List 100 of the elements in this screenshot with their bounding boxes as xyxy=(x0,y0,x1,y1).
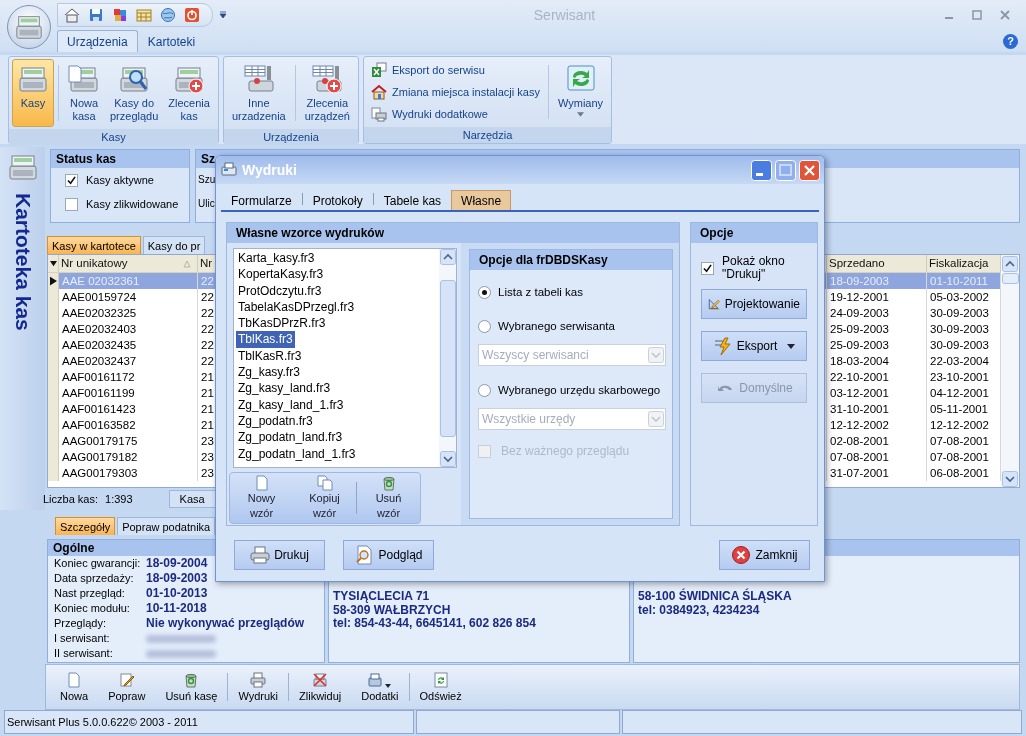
toolbar-button[interactable]: Usuń kasę xyxy=(155,672,228,702)
customize-caret-icon[interactable] xyxy=(219,11,227,19)
table-cell[interactable]: AAG00179182 xyxy=(59,449,198,465)
table-cell[interactable]: 24-09-2003 xyxy=(827,305,927,321)
dialog-button[interactable]: Drukuj xyxy=(234,540,325,570)
list-item[interactable]: TabelaKasDPrzegl.fr3 xyxy=(236,298,357,316)
toolbar-button[interactable]: Zlikwiduj xyxy=(289,672,352,702)
dialog-tab[interactable]: Własne xyxy=(451,190,512,210)
table-cell[interactable]: 03-12-2001 xyxy=(827,385,927,401)
close-icon[interactable] xyxy=(799,159,820,181)
list-item[interactable]: Zg_kasy.fr3 xyxy=(236,364,302,381)
calendar-icon[interactable] xyxy=(136,7,152,23)
toolbar-button[interactable]: Kopiuj wzór xyxy=(293,475,356,521)
close-icon[interactable] xyxy=(998,8,1012,22)
column-header[interactable]: Sprzedano xyxy=(827,255,927,272)
details-tab[interactable]: Szczegóły xyxy=(55,517,116,535)
ribbon-button[interactable]: Zlecenia kas xyxy=(163,59,215,127)
app-menu-button[interactable] xyxy=(7,5,51,49)
dialog-button[interactable]: Podgląd xyxy=(343,540,434,570)
table-cell[interactable]: 25-09-2003 xyxy=(827,321,927,337)
dialog-tab[interactable]: Tabele kas xyxy=(373,190,452,210)
ribbon-small-button[interactable]: Eksport do serwisu xyxy=(371,60,540,80)
scroll-down-icon[interactable] xyxy=(439,451,456,467)
toolbar-button[interactable]: Odśwież xyxy=(409,672,472,702)
table-cell[interactable]: AAF00161172 xyxy=(59,369,198,385)
list-item[interactable]: KopertaKasy.fr3 xyxy=(236,266,326,283)
radio-option[interactable]: Lista z tabeli kas xyxy=(478,282,666,302)
filter-caret-icon[interactable] xyxy=(49,260,57,267)
ribbon-tab[interactable]: Kartoteki xyxy=(137,30,206,52)
checkbox[interactable] xyxy=(65,197,78,211)
toolbar-button[interactable]: Nowy wzór xyxy=(230,475,293,521)
table-cell[interactable]: AAE00159724 xyxy=(59,289,198,305)
option-button[interactable]: Eksport xyxy=(701,331,807,361)
checkbox[interactable] xyxy=(701,261,714,275)
scrollbar[interactable] xyxy=(1001,255,1019,487)
table-cell[interactable]: 31-07-2001 xyxy=(827,465,927,481)
list-item[interactable]: Zg_podatn_land_1.fr3 xyxy=(236,445,358,462)
table-cell[interactable]: AAF00163582 xyxy=(59,417,198,433)
checkbox-option[interactable]: Kasy zlikwidowane xyxy=(51,192,189,216)
ribbon-button[interactable]: Zlecenia urządzeń xyxy=(299,59,355,127)
list-item[interactable]: ProtOdczytu.fr3 xyxy=(236,282,324,299)
minimize-icon[interactable] xyxy=(751,159,772,181)
ribbon-button[interactable]: Wymiany xyxy=(552,59,609,125)
scroll-up-icon[interactable] xyxy=(1002,256,1018,272)
list-item[interactable]: Zg_podatn.fr3 xyxy=(236,412,315,430)
table-cell[interactable]: 31-10-2001 xyxy=(827,401,927,417)
details-tab[interactable]: Popraw podatnika xyxy=(117,517,216,535)
list-item[interactable]: TblKas.fr3 xyxy=(236,331,295,348)
table-cell[interactable]: 02-08-2001 xyxy=(827,433,927,449)
toolbar-button[interactable]: Popraw xyxy=(98,672,156,702)
ribbon-button[interactable]: Kasy do przeglądu xyxy=(105,59,164,127)
floppy-icon[interactable] xyxy=(88,7,104,23)
list-tab[interactable]: Kasy do pr xyxy=(142,236,206,254)
checkbox[interactable] xyxy=(65,173,78,187)
ribbon-tab[interactable]: Urządzenia xyxy=(57,30,138,52)
radio-button[interactable] xyxy=(478,383,491,397)
scroll-thumb[interactable] xyxy=(1001,273,1019,284)
table-cell[interactable]: AAG00179175 xyxy=(59,433,198,449)
table-cell[interactable]: AAE02032435 xyxy=(59,337,198,353)
toolbar-button[interactable]: Wydruki xyxy=(228,672,289,702)
table-cell[interactable]: AAE02032403 xyxy=(59,321,198,337)
table-cell[interactable]: AAG00179303 xyxy=(59,465,198,481)
table-cell[interactable]: AAF00161199 xyxy=(59,385,198,401)
table-cell[interactable]: 18-03-2004 xyxy=(827,353,927,369)
dialog-button[interactable]: Zamknij xyxy=(719,540,810,570)
list-item[interactable]: TblKasR.fr3 xyxy=(236,347,304,365)
table-cell[interactable]: 07-08-2001 xyxy=(827,449,927,465)
radio-option[interactable]: Wybranego urzędu skarbowego xyxy=(478,380,666,400)
scroll-down-icon[interactable] xyxy=(1002,471,1018,487)
toolbar-button[interactable]: Usuń wzór xyxy=(357,475,420,521)
ribbon-small-button[interactable]: Zmiana miejsca instalacji kasy xyxy=(371,82,540,102)
power-icon[interactable] xyxy=(184,7,200,23)
radio-option[interactable]: Wybranego serwisanta xyxy=(478,316,666,336)
help-button[interactable]: ? xyxy=(1003,34,1018,49)
column-header[interactable]: Nr unikatowy xyxy=(59,255,198,272)
dialog-tab[interactable]: Formularze xyxy=(221,190,302,210)
table-cell[interactable]: 25-09-2003 xyxy=(827,337,927,353)
house-icon[interactable] xyxy=(64,7,80,23)
scroll-up-icon[interactable] xyxy=(439,249,456,265)
list-item[interactable]: Zg_kasy_land.fr3 xyxy=(236,380,333,397)
ribbon-button[interactable]: Kasy xyxy=(12,59,54,127)
ribbon-button[interactable]: Inne urzadzenia xyxy=(226,59,291,127)
table-cell[interactable]: AAF00161423 xyxy=(59,401,198,417)
list-item[interactable]: Zg_podatn_land.fr3 xyxy=(236,429,345,446)
toolbar-button[interactable]: Nowa xyxy=(50,672,99,702)
ribbon-small-button[interactable]: Wydruki dodatkowe xyxy=(371,104,540,124)
checkbox-option[interactable]: Pokaż okno "Drukuj" xyxy=(691,255,785,281)
globe-icon[interactable] xyxy=(160,7,176,23)
maximize-icon[interactable] xyxy=(970,8,984,22)
colored-blocks-icon[interactable] xyxy=(112,7,128,23)
table-cell[interactable]: 12-12-2002 xyxy=(827,417,927,433)
table-cell[interactable]: 22-10-2001 xyxy=(827,369,927,385)
list-tab[interactable]: Kasy w kartotece xyxy=(47,236,141,254)
ribbon-button[interactable]: Nowa kasa xyxy=(63,59,105,127)
table-cell[interactable]: AAE02032325 xyxy=(59,305,198,321)
list-item[interactable]: Karta_kasy.fr3 xyxy=(236,250,317,267)
list-item[interactable]: Zg_kasy_land_1.fr3 xyxy=(236,396,346,413)
option-button[interactable]: Projektowanie xyxy=(701,289,807,319)
toolbar-button[interactable]: Dodatki xyxy=(351,672,409,702)
checkbox-option[interactable]: Kasy aktywne xyxy=(51,168,189,192)
